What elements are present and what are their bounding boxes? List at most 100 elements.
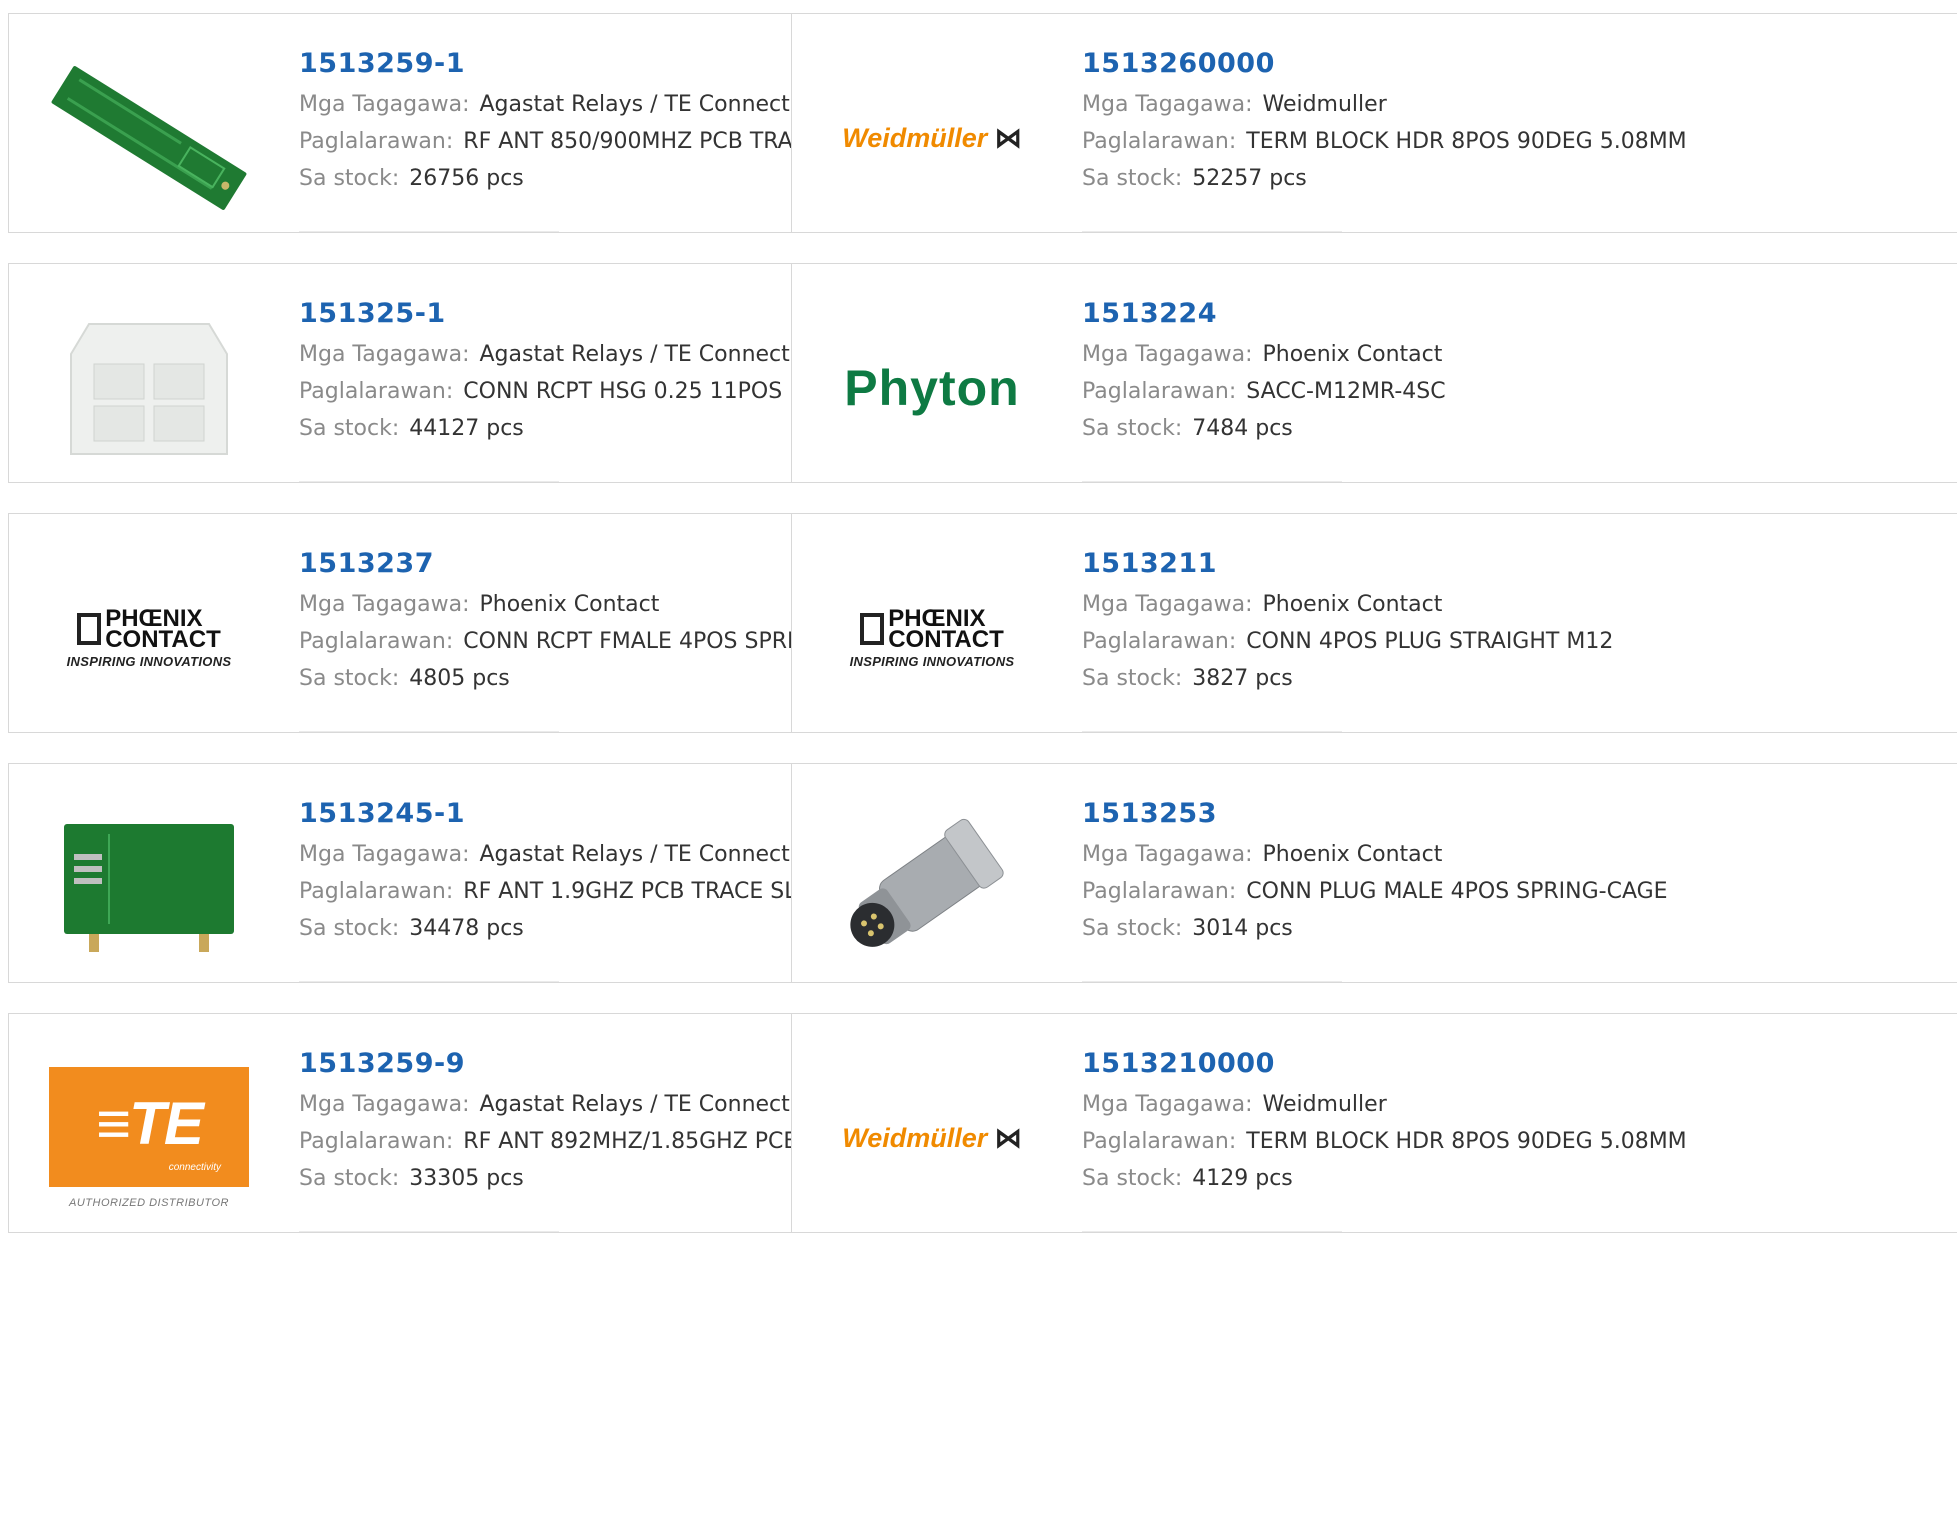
manufacturer-value: Agastat Relays / TE Connectivity	[479, 342, 791, 367]
rfq-button[interactable]: RFQ	[299, 981, 559, 982]
description-label: Paglalarawan:	[299, 379, 454, 404]
manufacturer-row: Mga Tagagawa: Agastat Relays / TE Connect…	[299, 836, 791, 873]
manufacturer-label: Mga Tagagawa:	[1082, 342, 1253, 367]
stock-value: 33305 pcs	[409, 1166, 524, 1191]
part-number-link[interactable]: 1513210000	[1082, 1042, 1950, 1086]
phoenix-wordmark: PHŒNIX CONTACT	[888, 604, 1004, 653]
stock-value: 3014 pcs	[1192, 916, 1293, 941]
phyton-logo: Phyton	[832, 304, 1032, 472]
description-label: Paglalarawan:	[1082, 129, 1237, 154]
manufacturer-label: Mga Tagagawa:	[1082, 1092, 1253, 1117]
phoenix-mark-icon	[860, 612, 885, 645]
rfq-button[interactable]: RFQ	[1082, 1231, 1342, 1232]
stock-value: 4129 pcs	[1192, 1166, 1293, 1191]
product-card: PHŒNIX CONTACT INSPIRING INNOVATIONS 1513…	[8, 513, 792, 733]
description-row: Paglalarawan: TERM BLOCK HDR 8POS 90DEG 5…	[1082, 123, 1950, 160]
stock-row: Sa stock: 26756 pcs	[299, 160, 781, 197]
rfq-label: RFQ	[1082, 231, 1292, 232]
product-info: 1513210000 Mga Tagagawa: Weidmuller Pagla…	[1082, 1042, 1950, 1197]
stock-label: Sa stock:	[1082, 916, 1183, 941]
phyton-wordmark: Phyton	[844, 360, 1020, 416]
description-row: Paglalarawan: SACC-M12MR-4SC	[1082, 373, 1950, 410]
stock-value: 4805 pcs	[409, 666, 510, 691]
manufacturer-value: Agastat Relays / TE Connectivity	[479, 92, 791, 117]
part-number-link[interactable]: 1513224	[1082, 292, 1950, 336]
description-row: Paglalarawan: CONN 4POS PLUG STRAIGHT M12	[1082, 623, 1950, 660]
rfq-label: RFQ	[299, 1231, 509, 1232]
manufacturer-row: Mga Tagagawa: Weidmuller	[1082, 1086, 1950, 1123]
stock-label: Sa stock:	[299, 416, 400, 441]
m12-plug-image	[832, 804, 1032, 972]
manufacturer-value: Weidmuller	[1262, 92, 1387, 117]
weidmuller-logo: Weidmüller ⋈	[832, 1054, 1032, 1222]
stock-value: 52257 pcs	[1192, 166, 1307, 191]
description-value: TERM BLOCK HDR 8POS 90DEG 5.08MM	[1246, 1129, 1687, 1154]
stock-row: Sa stock: 34478 pcs	[299, 910, 781, 947]
description-label: Paglalarawan:	[1082, 1129, 1237, 1154]
description-label: Paglalarawan:	[1082, 629, 1237, 654]
rfq-label: RFQ	[299, 231, 509, 232]
manufacturer-label: Mga Tagagawa:	[1082, 842, 1253, 867]
product-card: 1513253 Mga Tagagawa: Phoenix Contact Pag…	[791, 763, 1957, 983]
description-value: CONN 4POS PLUG STRAIGHT M12	[1246, 629, 1614, 654]
description-value: RF ANT 892MHZ/1.85GHZ PCB TRACE	[463, 1129, 791, 1154]
manufacturer-value: Agastat Relays / TE Connectivity	[479, 1092, 791, 1117]
part-number-link[interactable]: 1513237	[299, 542, 781, 586]
product-info: 1513245-1 Mga Tagagawa: Agastat Relays / …	[299, 792, 791, 947]
part-number-link[interactable]: 1513245-1	[299, 792, 781, 836]
product-info: 1513259-9 Mga Tagagawa: Agastat Relays / …	[299, 1042, 791, 1197]
description-row: Paglalarawan: CONN PLUG MALE 4POS SPRING-…	[1082, 873, 1950, 910]
manufacturer-row: Mga Tagagawa: Weidmuller	[1082, 86, 1950, 123]
rfq-button[interactable]: RFQ	[299, 1231, 559, 1232]
rfq-label: RFQ	[299, 731, 509, 732]
manufacturer-value: Phoenix Contact	[1262, 592, 1443, 617]
stock-label: Sa stock:	[1082, 1166, 1183, 1191]
rfq-button[interactable]: RFQ	[299, 481, 559, 482]
part-number-link[interactable]: 151325-1	[299, 292, 781, 336]
manufacturer-row: Mga Tagagawa: Phoenix Contact	[1082, 586, 1950, 623]
te-wordmark: ≡TE	[96, 1090, 204, 1157]
phoenix-logo-block: PHŒNIX CONTACT INSPIRING INNOVATIONS	[850, 604, 1015, 669]
stock-row: Sa stock: 52257 pcs	[1082, 160, 1950, 197]
rfq-button[interactable]: RFQ	[1082, 481, 1342, 482]
part-number-link[interactable]: 1513259-1	[299, 42, 781, 86]
rfq-button[interactable]: RFQ	[299, 731, 559, 732]
description-value: CONN RCPT HSG 0.25 11POS NATURAL	[463, 379, 791, 404]
stock-row: Sa stock: 4129 pcs	[1082, 1160, 1950, 1197]
stock-value: 34478 pcs	[409, 916, 524, 941]
product-card: 1513259-1 Mga Tagagawa: Agastat Relays / …	[8, 13, 792, 233]
te-subtitle: connectivity	[168, 1162, 221, 1173]
rfq-button[interactable]: RFQ	[1082, 981, 1342, 982]
phoenix-wordmark: PHŒNIX CONTACT	[105, 604, 221, 653]
stock-label: Sa stock:	[1082, 166, 1183, 191]
rfq-button[interactable]: RFQ	[1082, 731, 1342, 732]
stock-value: 3827 pcs	[1192, 666, 1293, 691]
rfq-label: RFQ	[1082, 731, 1292, 732]
part-number-link[interactable]: 1513253	[1082, 792, 1950, 836]
product-info: 1513237 Mga Tagagawa: Phoenix Contact Pag…	[299, 542, 791, 697]
description-row: Paglalarawan: RF ANT 1.9GHZ PCB TRACE SLD…	[299, 873, 791, 910]
stock-label: Sa stock:	[299, 666, 400, 691]
description-value: SACC-M12MR-4SC	[1246, 379, 1446, 404]
manufacturer-row: Mga Tagagawa: Agastat Relays / TE Connect…	[299, 336, 791, 373]
manufacturer-label: Mga Tagagawa:	[1082, 592, 1253, 617]
description-row: Paglalarawan: CONN RCPT HSG 0.25 11POS NA…	[299, 373, 791, 410]
description-row: Paglalarawan: CONN RCPT FMALE 4POS SPRING…	[299, 623, 791, 660]
part-number-link[interactable]: 1513211	[1082, 542, 1950, 586]
description-value: TERM BLOCK HDR 8POS 90DEG 5.08MM	[1246, 129, 1687, 154]
stock-value: 44127 pcs	[409, 416, 524, 441]
description-row: Paglalarawan: RF ANT 850/900MHZ PCB TRACE…	[299, 123, 791, 160]
part-number-link[interactable]: 1513260000	[1082, 42, 1950, 86]
product-card: Weidmüller ⋈ 1513260000 Mga Tagagawa: Wei…	[791, 13, 1957, 233]
stock-row: Sa stock: 3827 pcs	[1082, 660, 1950, 697]
rfq-button[interactable]: RFQ	[1082, 231, 1342, 232]
manufacturer-label: Mga Tagagawa:	[299, 342, 470, 367]
description-row: Paglalarawan: TERM BLOCK HDR 8POS 90DEG 5…	[1082, 1123, 1950, 1160]
rfq-button[interactable]: RFQ	[299, 231, 559, 232]
weidmuller-logo: Weidmüller ⋈	[832, 54, 1032, 222]
description-value: CONN RCPT FMALE 4POS SPRING-CAGE	[463, 629, 791, 654]
stock-value: 26756 pcs	[409, 166, 524, 191]
description-label: Paglalarawan:	[299, 629, 454, 654]
rfq-label: RFQ	[299, 481, 509, 482]
part-number-link[interactable]: 1513259-9	[299, 1042, 781, 1086]
